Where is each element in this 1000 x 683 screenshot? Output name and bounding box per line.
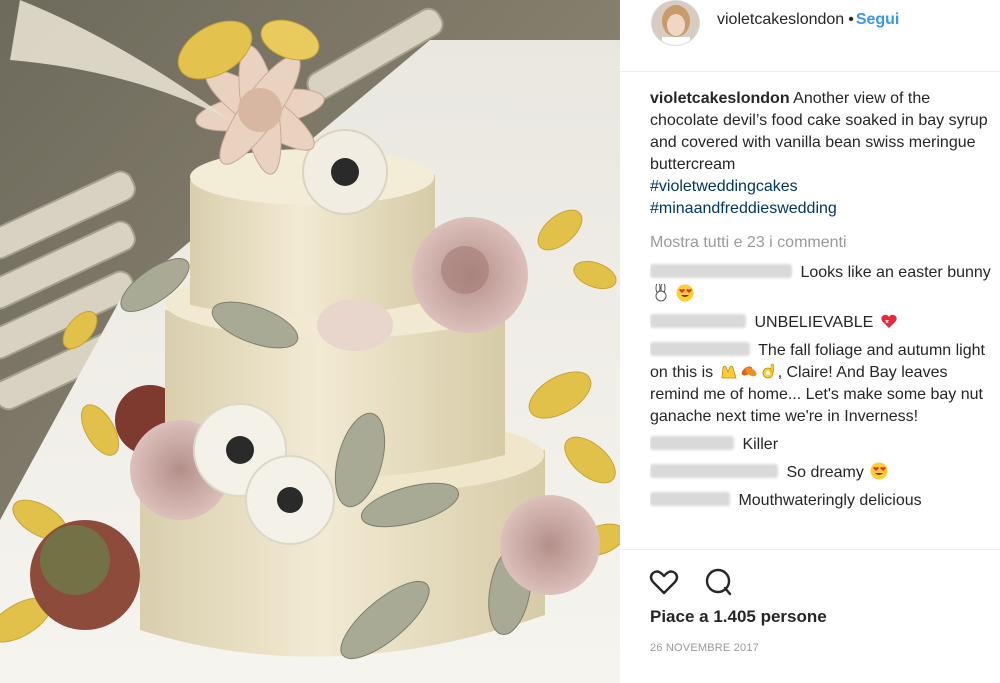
header-text: violetcakeslondon • Segui: [717, 11, 899, 29]
post-photo[interactable]: [0, 0, 620, 683]
comment-item: Killer: [650, 434, 992, 456]
heart-eyes-emoji-icon: [676, 284, 694, 302]
blurred-username[interactable]: [650, 492, 730, 506]
comment-text: Mouthwateringly delicious: [738, 492, 922, 509]
cake-photo: [0, 0, 620, 683]
comment-item: Mouthwateringly delicious: [650, 490, 992, 512]
post-header: violetcakeslondon • Segui: [620, 0, 1000, 72]
header-separator: •: [848, 11, 854, 28]
ok-hand-emoji-icon: [762, 363, 774, 379]
hashtag-link[interactable]: #minaandfreddieswedding: [650, 198, 992, 220]
post-date[interactable]: 26 NOVEMBRE 2017: [650, 642, 759, 654]
comment-text: Looks like an easter bunny: [800, 264, 991, 281]
raised-hands-emoji-icon: [721, 365, 737, 379]
blurred-username[interactable]: [650, 314, 746, 328]
comment-item: Looks like an easter bunny: [650, 262, 992, 306]
avatar[interactable]: [651, 0, 700, 46]
comment-item: UNBELIEVABLE: [650, 312, 992, 334]
blurred-username[interactable]: [650, 264, 792, 278]
view-all-comments-link[interactable]: Mostra tutti e 23 i commenti: [650, 232, 992, 254]
heart-icon[interactable]: [648, 566, 680, 598]
header-username[interactable]: violetcakeslondon: [717, 11, 844, 28]
post-details-panel: violetcakeslondon • Segui violetcakeslondo…: [620, 0, 1000, 683]
blurred-username[interactable]: [650, 342, 750, 356]
like-count[interactable]: Piace a 1.405 persone: [650, 607, 827, 627]
post-caption: violetcakeslondon Another view of the ch…: [650, 88, 992, 220]
follow-button[interactable]: Segui: [856, 11, 900, 28]
avatar-image: [652, 1, 699, 45]
comment-text: So dreamy: [786, 464, 864, 481]
caption-username[interactable]: violetcakeslondon: [650, 90, 790, 107]
blurred-username[interactable]: [650, 464, 778, 478]
comment-icon[interactable]: [702, 566, 734, 598]
heart-eyes-emoji-icon: [870, 462, 888, 480]
rabbit-emoji-icon: [655, 284, 667, 302]
comment-text: UNBELIEVABLE: [754, 314, 874, 331]
comment-item: The fall foliage and autumn light on thi…: [650, 340, 992, 428]
blurred-username[interactable]: [650, 436, 734, 450]
sparkling-heart-emoji-icon: [881, 314, 897, 328]
comments-list[interactable]: violetcakeslondon Another view of the ch…: [650, 88, 992, 546]
hashtag-link[interactable]: #violetweddingcakes: [650, 176, 992, 198]
leaves-emoji-icon: [741, 366, 757, 377]
post-actions: Piace a 1.405 persone 26 NOVEMBRE 2017: [620, 549, 1000, 683]
comment-item: So dreamy: [650, 462, 992, 484]
comment-text: Killer: [742, 436, 779, 453]
